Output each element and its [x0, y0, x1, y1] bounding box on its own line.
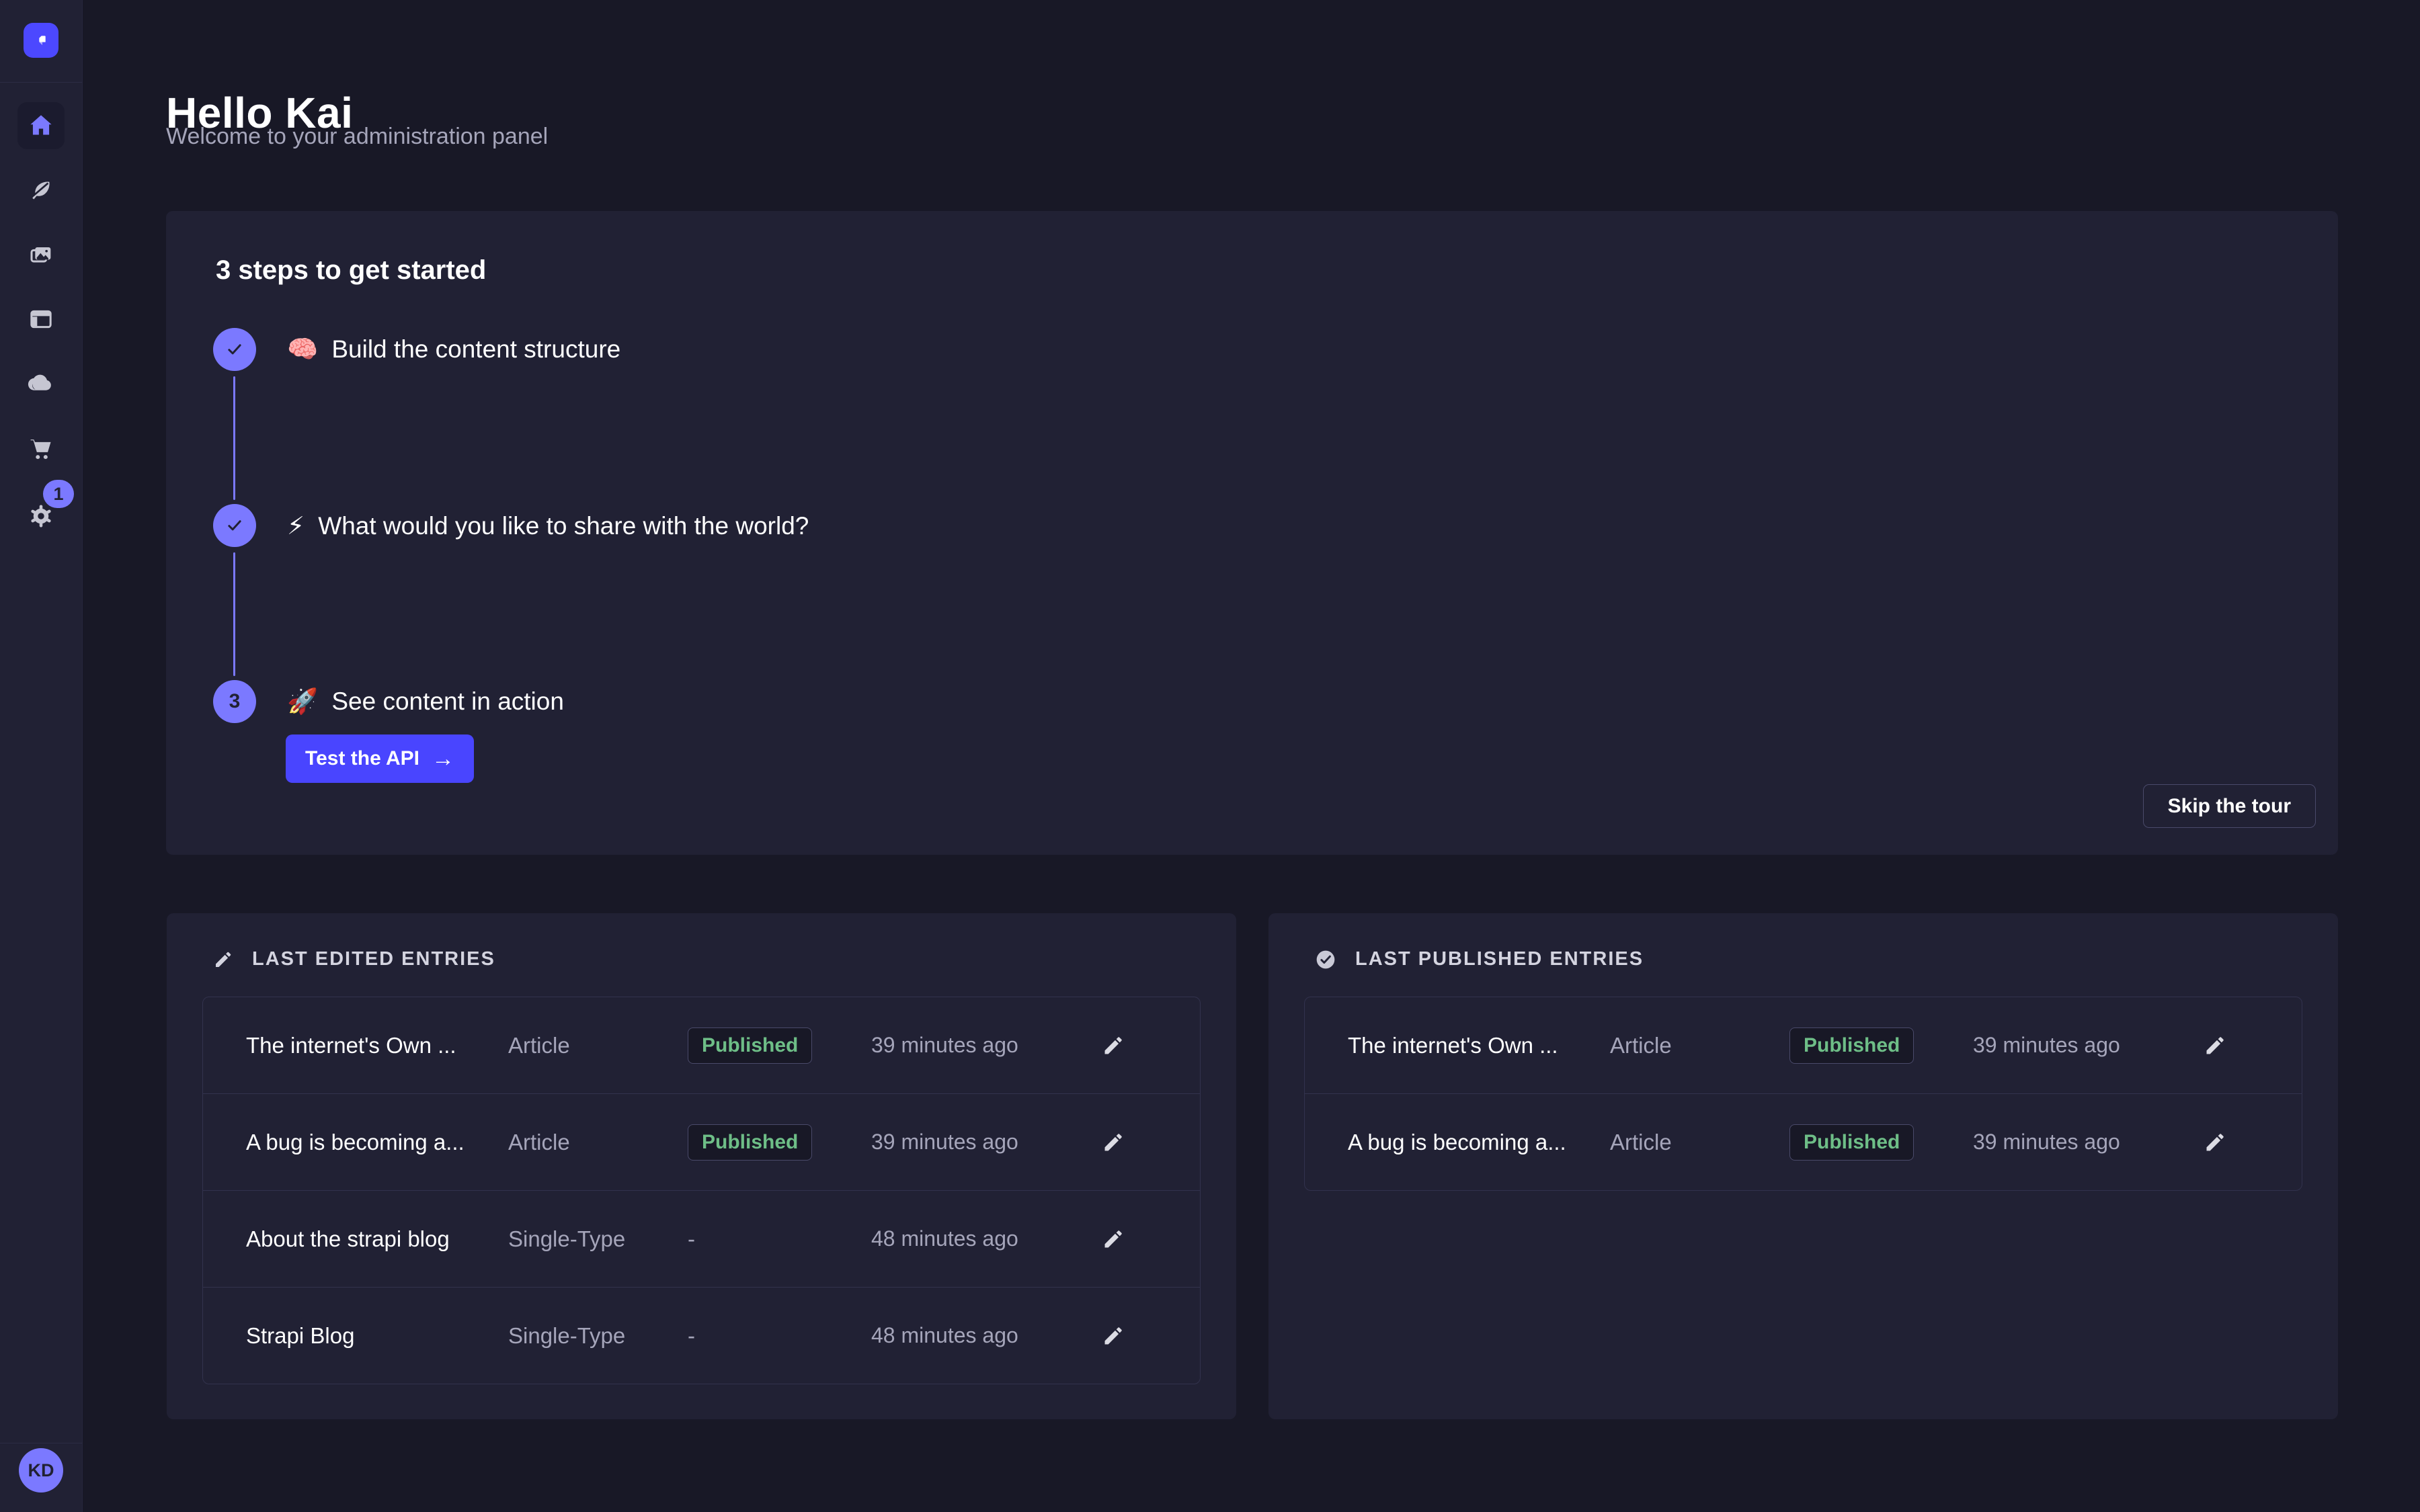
- table-row: Strapi Blog Single-Type - 48 minutes ago: [203, 1287, 1200, 1384]
- entry-type: Article: [508, 1033, 688, 1058]
- entry-time: 39 minutes ago: [1973, 1033, 2171, 1058]
- strapi-logo[interactable]: [24, 23, 58, 58]
- status-empty: -: [688, 1226, 871, 1252]
- step-2-emoji: ⚡: [287, 512, 305, 540]
- settings-notification-badge: 1: [43, 480, 74, 508]
- home-icon: [27, 112, 55, 140]
- step-3-emoji: 🚀: [287, 687, 318, 715]
- sidebar-divider-top: [0, 82, 82, 83]
- last-edited-title: LAST EDITED ENTRIES: [252, 948, 495, 970]
- feather-icon: [28, 177, 54, 203]
- status-badge: Published: [688, 1124, 812, 1161]
- entry-type: Single-Type: [508, 1323, 688, 1349]
- media-library-icon: [28, 241, 54, 268]
- strapi-logo-icon: [30, 30, 52, 51]
- step-connector-2: [233, 552, 235, 676]
- entry-time: 39 minutes ago: [871, 1130, 1070, 1154]
- sidebar-item-marketplace[interactable]: [17, 425, 65, 472]
- arrow-right-icon: →: [432, 746, 454, 772]
- edit-entry-button[interactable]: [2171, 1131, 2259, 1154]
- entry-time: 48 minutes ago: [871, 1323, 1070, 1348]
- pencil-icon: [2204, 1131, 2226, 1154]
- step-2-check-circle: [213, 504, 256, 547]
- edit-entry-button[interactable]: [1070, 1131, 1157, 1154]
- user-avatar[interactable]: KD: [19, 1448, 63, 1493]
- step-2-label[interactable]: ⚡ What would you like to share with the …: [287, 511, 809, 540]
- status-empty: -: [688, 1323, 871, 1349]
- sidebar-item-home[interactable]: [17, 102, 65, 149]
- entry-title: Strapi Blog: [246, 1323, 508, 1349]
- step-1-check-circle: [213, 328, 256, 371]
- table-row: About the strapi blog Single-Type - 48 m…: [203, 1190, 1200, 1287]
- page-subtitle: Welcome to your administration panel: [166, 124, 548, 150]
- sidebar: 1 KD: [0, 0, 83, 1512]
- last-published-header: LAST PUBLISHED ENTRIES: [1315, 948, 1644, 970]
- onboarding-card: 3 steps to get started 🧠 Build the conte…: [166, 211, 2338, 855]
- pencil-icon: [1102, 1325, 1125, 1347]
- step-1-emoji: 🧠: [287, 335, 318, 363]
- edit-entry-button[interactable]: [1070, 1228, 1157, 1251]
- pencil-icon: [1102, 1131, 1125, 1154]
- entry-title: The internet's Own ...: [246, 1033, 508, 1058]
- onboarding-step-1: 🧠 Build the content structure: [213, 328, 620, 371]
- test-api-button[interactable]: Test the API →: [286, 734, 474, 783]
- skip-tour-button[interactable]: Skip the tour: [2143, 784, 2316, 828]
- entry-type: Single-Type: [508, 1226, 688, 1252]
- last-published-card: LAST PUBLISHED ENTRIES The internet's Ow…: [1268, 913, 2338, 1419]
- step-1-label[interactable]: 🧠 Build the content structure: [287, 335, 620, 364]
- entry-title: The internet's Own ...: [1348, 1033, 1610, 1058]
- status-badge: Published: [688, 1027, 812, 1064]
- sidebar-item-deploy[interactable]: [17, 360, 65, 407]
- table-row: A bug is becoming a... Article Published…: [1305, 1093, 2302, 1190]
- sidebar-item-content-manager[interactable]: [17, 296, 65, 343]
- entry-title: About the strapi blog: [246, 1226, 508, 1252]
- entry-title: A bug is becoming a...: [246, 1130, 508, 1155]
- step-3-number-circle: 3: [213, 680, 256, 723]
- sidebar-item-media-library[interactable]: [17, 231, 65, 278]
- step-connector-1: [233, 376, 235, 500]
- table-row: A bug is becoming a... Article Published…: [203, 1093, 1200, 1190]
- cloud-icon: [26, 369, 56, 398]
- onboarding-step-2: ⚡ What would you like to share with the …: [213, 504, 809, 547]
- pencil-icon: [2204, 1034, 2226, 1057]
- marketplace-cart-icon: [27, 435, 55, 463]
- entry-time: 39 minutes ago: [871, 1033, 1070, 1058]
- sidebar-item-content-type-builder[interactable]: [17, 167, 65, 214]
- table-row: The internet's Own ... Article Published…: [203, 997, 1200, 1093]
- last-edited-card: LAST EDITED ENTRIES The internet's Own .…: [167, 913, 1236, 1419]
- pencil-icon: [1102, 1228, 1125, 1251]
- entry-type: Article: [1610, 1130, 1789, 1155]
- edit-entry-button[interactable]: [1070, 1325, 1157, 1347]
- onboarding-step-3: 3 🚀 See content in action: [213, 680, 564, 723]
- last-edited-table: The internet's Own ... Article Published…: [202, 997, 1201, 1384]
- pencil-icon: [213, 950, 233, 970]
- entry-title: A bug is becoming a...: [1348, 1130, 1610, 1155]
- last-edited-header: LAST EDITED ENTRIES: [213, 948, 495, 970]
- last-published-table: The internet's Own ... Article Published…: [1304, 997, 2302, 1191]
- table-row: The internet's Own ... Article Published…: [1305, 997, 2302, 1093]
- entry-time: 39 minutes ago: [1973, 1130, 2171, 1154]
- check-icon: [225, 339, 245, 360]
- entry-time: 48 minutes ago: [871, 1226, 1070, 1251]
- pencil-icon: [1102, 1034, 1125, 1057]
- onboarding-title: 3 steps to get started: [216, 255, 486, 286]
- check-circle-icon: [1315, 949, 1336, 970]
- check-icon: [225, 515, 245, 536]
- entry-type: Article: [1610, 1033, 1789, 1058]
- last-published-title: LAST PUBLISHED ENTRIES: [1355, 948, 1644, 970]
- status-badge: Published: [1789, 1124, 1914, 1161]
- entry-type: Article: [508, 1130, 688, 1155]
- step-3-label[interactable]: 🚀 See content in action: [287, 687, 564, 716]
- edit-entry-button[interactable]: [2171, 1034, 2259, 1057]
- status-badge: Published: [1789, 1027, 1914, 1064]
- edit-entry-button[interactable]: [1070, 1034, 1157, 1057]
- layout-icon: [28, 306, 54, 333]
